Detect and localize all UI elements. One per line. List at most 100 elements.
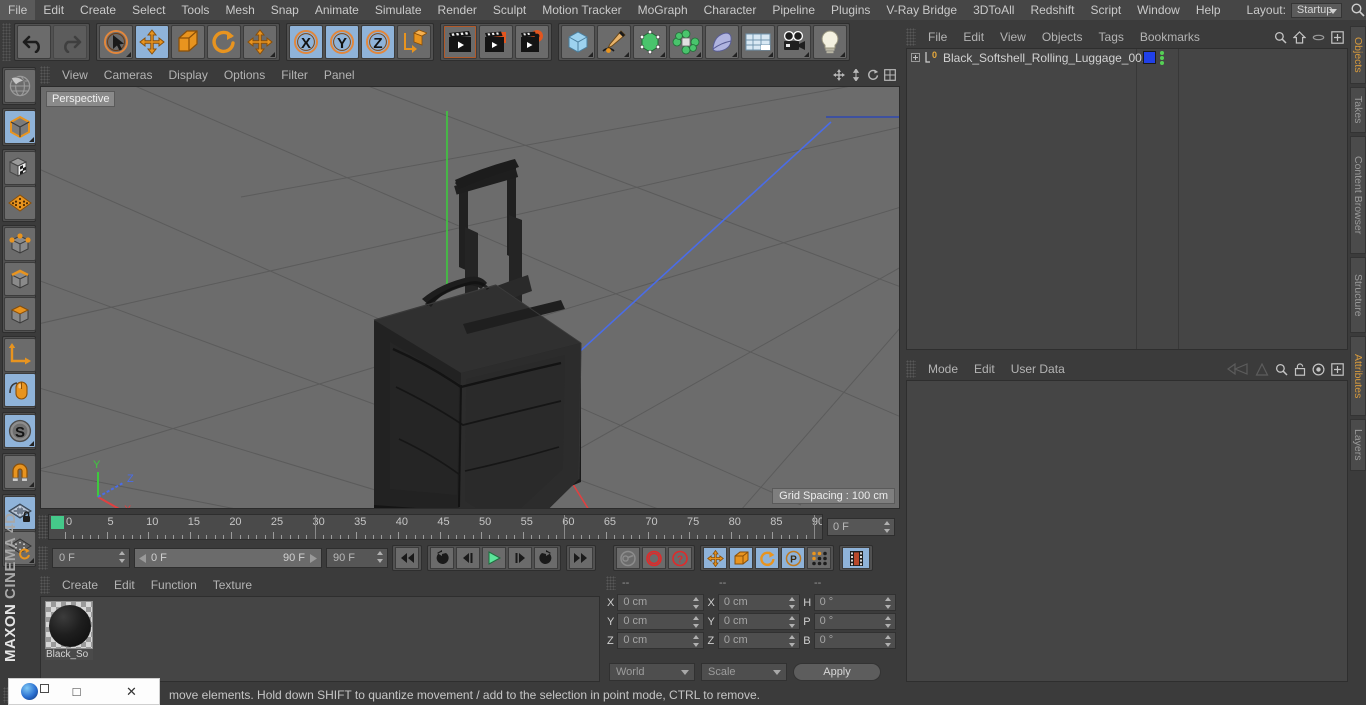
- menu-item-sculpt[interactable]: Sculpt: [485, 0, 534, 20]
- search-icon[interactable]: [1274, 31, 1287, 44]
- range-right-arrow-icon[interactable]: 90 F: [283, 552, 317, 564]
- stepper-icon[interactable]: [693, 635, 700, 647]
- polygon-mode-icon[interactable]: [4, 297, 36, 331]
- record-position-button[interactable]: [703, 547, 727, 569]
- apply-button[interactable]: Apply: [793, 663, 881, 681]
- menu-item-simulate[interactable]: Simulate: [367, 0, 430, 20]
- go-to-start-button[interactable]: [395, 547, 419, 569]
- material-tag-icon[interactable]: [1143, 51, 1156, 64]
- axis-y-icon[interactable]: Y: [325, 25, 359, 59]
- snap-icon[interactable]: S: [4, 414, 36, 448]
- rotate-tool-icon[interactable]: [207, 25, 241, 59]
- stepper-icon[interactable]: [693, 616, 700, 628]
- redo-icon[interactable]: [53, 25, 87, 59]
- vtab-content-browser[interactable]: Content Browser: [1350, 136, 1366, 254]
- target-icon[interactable]: [1312, 363, 1325, 376]
- viewport-menu-view[interactable]: View: [54, 68, 96, 82]
- stepper-icon[interactable]: [885, 635, 892, 647]
- mograph-icon[interactable]: [669, 25, 703, 59]
- pan-view-icon[interactable]: [833, 69, 845, 81]
- rotation-p-field[interactable]: 0 °: [814, 613, 896, 630]
- record-parameter-button[interactable]: P: [781, 547, 805, 569]
- stepper-icon[interactable]: [885, 616, 892, 628]
- coordinate-system-dropdown[interactable]: World: [609, 663, 695, 681]
- axis-move-icon[interactable]: [243, 25, 277, 59]
- axis-x-icon[interactable]: X: [289, 25, 323, 59]
- play-backwards-button[interactable]: [430, 547, 454, 569]
- material-menu-texture[interactable]: Texture: [205, 578, 260, 592]
- menu-item-tools[interactable]: Tools: [173, 0, 217, 20]
- material-menu-edit[interactable]: Edit: [106, 578, 143, 592]
- floor-environment-icon[interactable]: [741, 25, 775, 59]
- layout-dropdown[interactable]: Startup: [1291, 3, 1342, 18]
- axis-z-icon[interactable]: Z: [361, 25, 395, 59]
- search-icon[interactable]: [1350, 2, 1366, 18]
- timeline-grip[interactable]: [38, 515, 48, 539]
- size-x-field[interactable]: 0 cm: [718, 594, 800, 611]
- attribute-menu-user-data[interactable]: User Data: [1003, 362, 1073, 376]
- menu-item-character[interactable]: Character: [696, 0, 765, 20]
- coordinates-grip[interactable]: [606, 576, 616, 590]
- visibility-dot-icon[interactable]: [1312, 31, 1325, 44]
- object-menu-objects[interactable]: Objects: [1034, 30, 1091, 44]
- preview-range-slider[interactable]: 0 F 90 F: [134, 548, 322, 568]
- polygon-grid-icon[interactable]: [4, 186, 36, 220]
- menu-item-3dtoall[interactable]: 3DToAll: [965, 0, 1022, 20]
- record-active-objects-button[interactable]: [616, 547, 640, 569]
- material-preview[interactable]: [45, 601, 93, 649]
- menu-item-redshift[interactable]: Redshift: [1022, 0, 1082, 20]
- search-icon[interactable]: [1275, 363, 1288, 376]
- menu-item-help[interactable]: Help: [1188, 0, 1229, 20]
- select-tool-icon[interactable]: [99, 25, 133, 59]
- menu-item-select[interactable]: Select: [124, 0, 173, 20]
- perspective-viewport[interactable]: Y X Z Perspective Grid Spacing : 100 cm: [40, 86, 900, 509]
- world-coordinate-icon[interactable]: [397, 25, 431, 59]
- viewport-menu-display[interactable]: Display: [160, 68, 215, 82]
- undo-icon[interactable]: [17, 25, 51, 59]
- history-back-icon[interactable]: [1227, 363, 1249, 375]
- scale-tool-icon[interactable]: [171, 25, 205, 59]
- timeline-ruler[interactable]: 051015202530354045505560657075808590: [48, 514, 823, 540]
- stepper-icon[interactable]: [885, 597, 892, 609]
- render-region-icon[interactable]: [479, 25, 513, 59]
- attribute-content[interactable]: [906, 380, 1348, 682]
- attribute-menu-edit[interactable]: Edit: [966, 362, 1003, 376]
- attribute-menu-mode[interactable]: Mode: [920, 362, 966, 376]
- object-dots-icon[interactable]: [1160, 51, 1164, 65]
- vtab-attributes[interactable]: Attributes: [1350, 336, 1366, 416]
- primitive-cube-icon[interactable]: [561, 25, 595, 59]
- edge-mode-icon[interactable]: [4, 262, 36, 296]
- stepper-icon[interactable]: [789, 616, 796, 628]
- rotate-view-icon[interactable]: [867, 69, 879, 81]
- menu-item-mesh[interactable]: Mesh: [217, 0, 262, 20]
- go-to-end-button[interactable]: [569, 547, 593, 569]
- maximize-button[interactable]: □: [49, 684, 104, 699]
- material-menu-create[interactable]: Create: [54, 578, 106, 592]
- viewport-menu-cameras[interactable]: Cameras: [96, 68, 161, 82]
- vtab-takes[interactable]: Takes: [1350, 87, 1366, 133]
- current-frame-field[interactable]: 0 F: [52, 548, 130, 568]
- generator-icon[interactable]: [633, 25, 667, 59]
- size-z-field[interactable]: 0 cm: [718, 632, 800, 649]
- move-tool-icon[interactable]: [135, 25, 169, 59]
- menu-item-mograph[interactable]: MoGraph: [630, 0, 696, 20]
- camera-icon[interactable]: [777, 25, 811, 59]
- model-mode-icon[interactable]: [4, 110, 36, 144]
- expand-panel-icon[interactable]: [1331, 363, 1344, 376]
- timeline-frame-field[interactable]: 0 F: [827, 518, 895, 536]
- play-loop-button[interactable]: [534, 547, 558, 569]
- viewport-solo-icon[interactable]: [4, 373, 36, 407]
- render-settings-icon[interactable]: [515, 25, 549, 59]
- material-grip[interactable]: [40, 576, 50, 594]
- rotation-h-field[interactable]: 0 °: [814, 594, 896, 611]
- time-cursor[interactable]: [51, 516, 64, 529]
- light-icon[interactable]: [813, 25, 847, 59]
- vtab-objects[interactable]: Objects: [1350, 26, 1366, 84]
- material-list[interactable]: Black_So: [40, 596, 600, 682]
- keyframe-selection-button[interactable]: ?: [668, 547, 692, 569]
- stepper-icon[interactable]: [884, 521, 891, 533]
- range-left-arrow-icon[interactable]: 0 F: [139, 552, 167, 564]
- autokeying-button[interactable]: [642, 547, 666, 569]
- viewport-menu-options[interactable]: Options: [216, 68, 273, 82]
- position-x-field[interactable]: 0 cm: [617, 594, 704, 611]
